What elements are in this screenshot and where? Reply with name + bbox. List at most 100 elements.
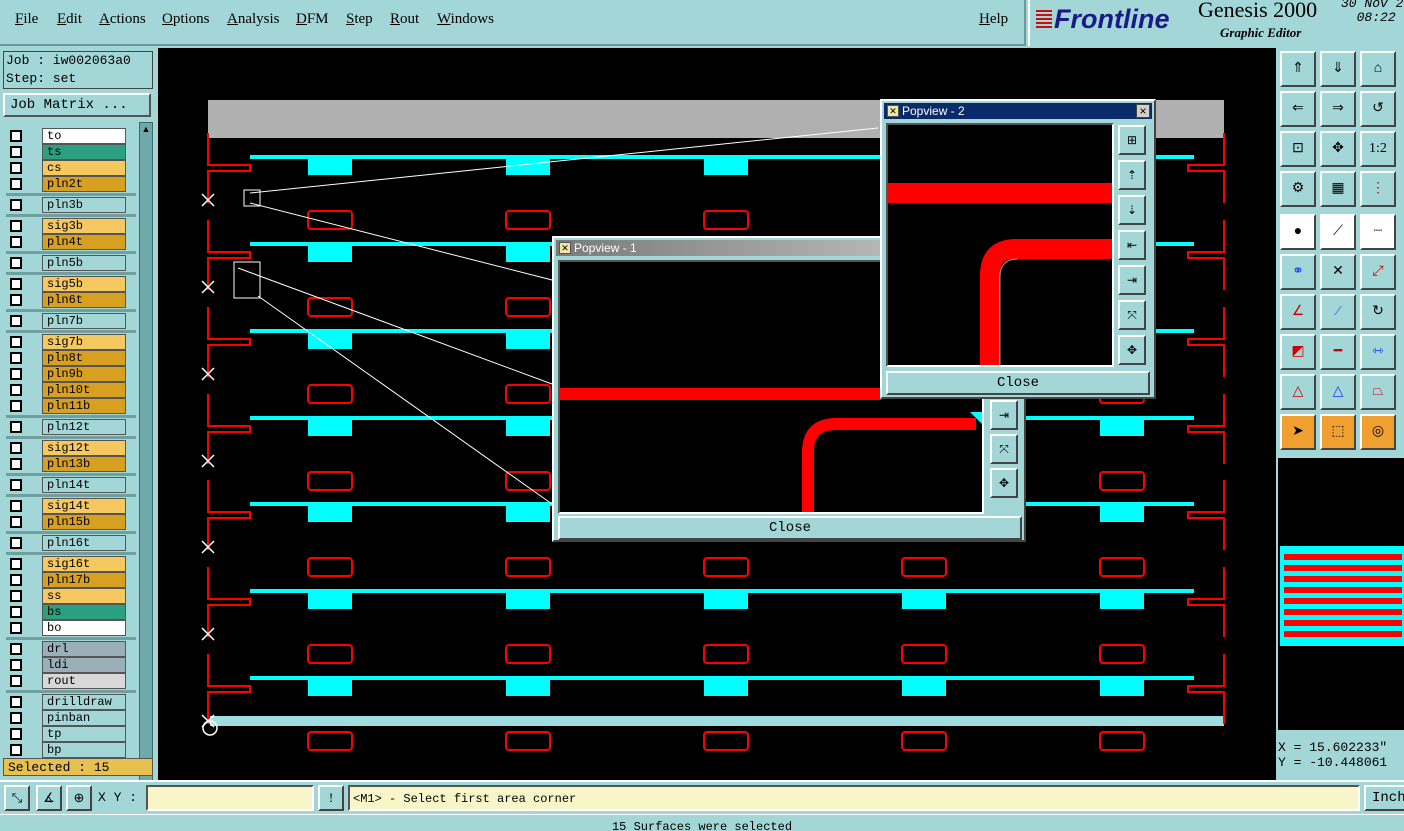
zoom-area-icon[interactable]: ✥ <box>1320 131 1356 167</box>
layer-checkbox[interactable] <box>10 643 22 655</box>
layer-row[interactable]: pln8t <box>6 350 126 366</box>
layer-row[interactable]: sig7b <box>6 334 126 350</box>
layer-name[interactable]: pln6t <box>42 292 126 308</box>
zoom-home-icon[interactable]: ✥ <box>990 468 1018 498</box>
layer-checkbox[interactable] <box>10 675 22 687</box>
popview-2-view[interactable] <box>886 123 1114 367</box>
layer-row[interactable]: pln14t <box>6 477 126 493</box>
window-menu-icon[interactable]: ✕ <box>559 242 571 254</box>
layer-name[interactable]: sig7b <box>42 334 126 350</box>
layer-name[interactable]: pln3b <box>42 197 126 213</box>
layer-row[interactable]: pln16t <box>6 535 126 551</box>
layer-row[interactable]: pln3b <box>6 197 126 213</box>
layer-row[interactable]: sig14t <box>6 498 126 514</box>
layer-row[interactable]: pln4t <box>6 234 126 250</box>
home-icon[interactable]: ⌂ <box>1360 51 1396 87</box>
split-line-icon[interactable]: ━ <box>1320 334 1356 370</box>
pan-up-icon[interactable]: ⇡ <box>1118 160 1146 190</box>
layer-name[interactable]: pinban <box>42 710 126 726</box>
pan-right-icon[interactable]: ⇥ <box>990 400 1018 430</box>
trapezoid-icon[interactable]: ⏢ <box>1360 374 1396 410</box>
layer-name[interactable]: sig16t <box>42 556 126 572</box>
menu-actions[interactable]: Actions <box>99 11 146 28</box>
layer-checkbox[interactable] <box>10 336 22 348</box>
grid-icon[interactable]: ▦ <box>1320 171 1356 207</box>
layer-name[interactable]: sig12t <box>42 440 126 456</box>
layer-checkbox[interactable] <box>10 516 22 528</box>
layer-name[interactable]: sig14t <box>42 498 126 514</box>
layer-name[interactable]: rout <box>42 673 126 689</box>
layer-checkbox[interactable] <box>10 294 22 306</box>
window-menu-icon[interactable]: ✕ <box>887 105 899 117</box>
layer-row[interactable]: drilldraw <box>6 694 126 710</box>
layer-checkbox[interactable] <box>10 500 22 512</box>
snap-icon[interactable]: ⤡ <box>4 785 30 811</box>
layer-checkbox[interactable] <box>10 458 22 470</box>
layer-checkbox[interactable] <box>10 352 22 364</box>
layer-checkbox[interactable] <box>10 400 22 412</box>
layer-row[interactable]: bs <box>6 604 126 620</box>
layer-name[interactable]: pln4t <box>42 234 126 250</box>
layer-checkbox[interactable] <box>10 606 22 618</box>
layer-name[interactable]: pln17b <box>42 572 126 588</box>
layer-row[interactable]: sig16t <box>6 556 126 572</box>
layer-checkbox[interactable] <box>10 146 22 158</box>
layer-name[interactable]: pln13b <box>42 456 126 472</box>
layer-name[interactable]: pln12t <box>42 419 126 435</box>
overview-map[interactable] <box>1278 458 1404 730</box>
grid-snap-icon[interactable]: ⊕ <box>66 785 92 811</box>
menu-analysis[interactable]: Analysis <box>227 11 280 28</box>
triangle-icon[interactable]: △ <box>1280 374 1316 410</box>
measure-icon[interactable]: ⇿ <box>1360 334 1396 370</box>
layer-checkbox[interactable] <box>10 659 22 671</box>
triangle-blue-icon[interactable]: △ <box>1320 374 1356 410</box>
pan-left-icon[interactable]: ⇤ <box>1118 230 1146 260</box>
layer-name[interactable]: bp <box>42 742 126 758</box>
layer-name[interactable]: drilldraw <box>42 694 126 710</box>
menu-options[interactable]: Options <box>162 11 210 28</box>
layer-row[interactable]: ts <box>6 144 126 160</box>
pad-select-icon[interactable]: ● <box>1280 214 1316 250</box>
layer-row[interactable]: pln12t <box>6 419 126 435</box>
layer-checkbox[interactable] <box>10 368 22 380</box>
view-right-icon[interactable]: ⇒ <box>1320 91 1356 127</box>
layer-name[interactable]: sig5b <box>42 276 126 292</box>
view-bottom-icon[interactable]: ⇓ <box>1320 51 1356 87</box>
ruler-icon[interactable]: ┈ <box>1360 214 1396 250</box>
layer-checkbox[interactable] <box>10 744 22 756</box>
layer-checkbox[interactable] <box>10 558 22 570</box>
layer-name[interactable]: pln11b <box>42 398 126 414</box>
layer-row[interactable]: ldi <box>6 657 126 673</box>
layer-name[interactable]: pln10t <box>42 382 126 398</box>
layer-checkbox[interactable] <box>10 220 22 232</box>
layer-row[interactable]: sig12t <box>6 440 126 456</box>
angle-icon[interactable]: ∠ <box>1280 294 1316 330</box>
layer-row[interactable]: cs <box>6 160 126 176</box>
units-button[interactable]: Inch <box>1364 785 1404 811</box>
layer-checkbox[interactable] <box>10 199 22 211</box>
popview-2-close-button[interactable]: Close <box>886 371 1150 395</box>
layer-checkbox[interactable] <box>10 622 22 634</box>
xy-input[interactable] <box>146 785 314 811</box>
layers-icon[interactable]: ⋮ <box>1360 171 1396 207</box>
layer-name[interactable]: cs <box>42 160 126 176</box>
menu-rout[interactable]: Rout <box>390 11 419 28</box>
layer-checkbox[interactable] <box>10 384 22 396</box>
fit-icon[interactable]: ⤧ <box>1118 300 1146 330</box>
tools-icon[interactable]: ⚙ <box>1280 171 1316 207</box>
layer-row[interactable]: pln13b <box>6 456 126 472</box>
graphic-canvas[interactable]: ✕ Popview - 1 ⇥ ⤧ ✥ Close ✕ Popview - 2 … <box>158 48 1276 780</box>
pan-right-icon[interactable]: ⇥ <box>1118 265 1146 295</box>
pan-down-icon[interactable]: ⇣ <box>1118 195 1146 225</box>
layer-name[interactable]: pln15b <box>42 514 126 530</box>
layer-checkbox[interactable] <box>10 696 22 708</box>
pointer-icon[interactable]: ➤ <box>1280 414 1316 450</box>
layer-name[interactable]: pln9b <box>42 366 126 382</box>
pointer-circle-icon[interactable]: ◎ <box>1360 414 1396 450</box>
layer-checkbox[interactable] <box>10 479 22 491</box>
layer-checkbox[interactable] <box>10 315 22 327</box>
layer-name[interactable]: sig3b <box>42 218 126 234</box>
shape-icon[interactable]: ◩ <box>1280 334 1316 370</box>
layer-row[interactable]: pln15b <box>6 514 126 530</box>
layer-checkbox[interactable] <box>10 421 22 433</box>
